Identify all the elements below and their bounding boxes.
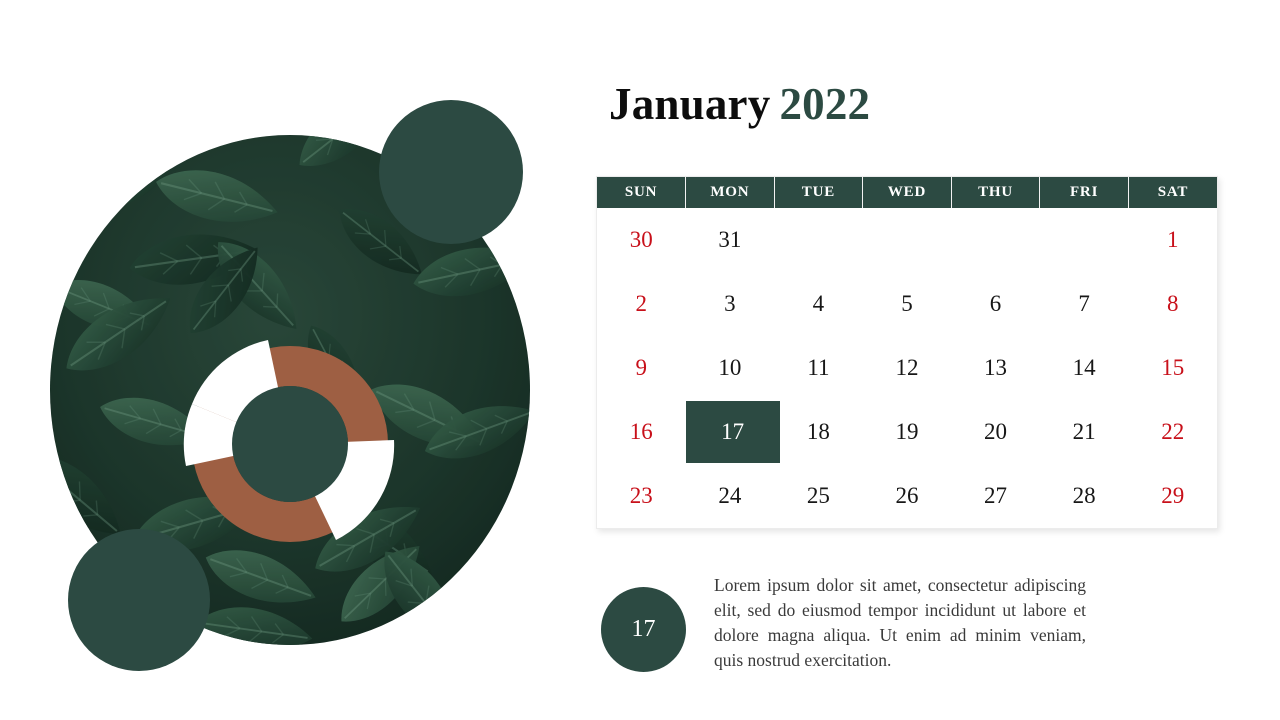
weekday-header-fri: FRI xyxy=(1039,177,1129,208)
calendar-day-number: 4 xyxy=(812,291,825,316)
calendar-day-cell[interactable]: 2 xyxy=(597,272,686,336)
calendar-day-cell[interactable]: 13 xyxy=(951,336,1040,400)
note-block: 17 Lorem ipsum dolor sit amet, consectet… xyxy=(601,565,1221,672)
calendar-day-number: 27 xyxy=(984,483,1008,508)
calendar-day-number: 30 xyxy=(629,227,653,252)
calendar-day-number: 14 xyxy=(1072,355,1096,380)
calendar-day-cell[interactable]: 31 xyxy=(685,208,775,272)
calendar-day-number: 3 xyxy=(724,291,736,316)
weekday-header-sun: SUN xyxy=(597,177,687,208)
calendar-day-number: 21 xyxy=(1072,419,1096,444)
calendar-week-row: 9 10 11 12 13 14 15 xyxy=(597,336,1217,400)
calendar-day-number: 23 xyxy=(629,483,653,508)
calendar-day-cell[interactable]: 19 xyxy=(862,400,952,464)
slide-canvas: January 2022 SUN MON TUE WED THU FRI SAT … xyxy=(0,0,1280,720)
calendar-day-number: 31 xyxy=(718,227,742,252)
calendar-day-number: 10 xyxy=(718,355,742,380)
calendar-day-cell[interactable]: 28 xyxy=(1039,464,1129,528)
calendar-week-row: 2 3 4 5 6 7 8 xyxy=(597,272,1217,336)
calendar-day-cell[interactable]: 21 xyxy=(1039,400,1129,464)
bottom-left-circle xyxy=(68,529,210,671)
calendar-day-cell[interactable]: 8 xyxy=(1128,272,1217,336)
weekday-header-row: SUN MON TUE WED THU FRI SAT xyxy=(597,177,1217,208)
calendar-cell-empty xyxy=(951,208,1040,272)
calendar-day-number: 15 xyxy=(1161,355,1185,380)
page-title: January 2022 xyxy=(609,82,870,127)
weekday-header-sat: SAT xyxy=(1127,177,1217,208)
calendar-day-cell[interactable]: 16 xyxy=(597,400,686,464)
calendar-day-cell[interactable]: 17 xyxy=(685,400,780,464)
calendar-day-cell[interactable]: 23 xyxy=(597,464,686,528)
note-body-text: Lorem ipsum dolor sit amet, consectetur … xyxy=(714,575,1086,670)
calendar-day-number: 7 xyxy=(1078,291,1090,316)
calendar-body: 30 31 1 2 3 4 5 6 7 8 9 10 11 12 13 14 15 16 17 18 19 20 21 22 2… xyxy=(597,208,1217,528)
calendar-day-cell[interactable]: 22 xyxy=(1128,400,1217,464)
calendar-day-cell[interactable]: 11 xyxy=(774,336,863,400)
calendar-day-number: 26 xyxy=(895,483,919,508)
calendar-day-cell[interactable]: 25 xyxy=(774,464,863,528)
decorative-graphic xyxy=(0,60,560,700)
calendar-day-cell[interactable]: 20 xyxy=(951,400,1040,464)
calendar-day-cell[interactable]: 14 xyxy=(1039,336,1129,400)
weekday-header-thu: THU xyxy=(950,177,1041,208)
calendar-cell-empty xyxy=(774,208,863,272)
calendar-day-cell[interactable]: 3 xyxy=(685,272,775,336)
calendar-day-cell[interactable]: 10 xyxy=(685,336,775,400)
weekday-header-wed: WED xyxy=(862,177,952,208)
calendar-day-number: 13 xyxy=(984,355,1008,380)
calendar-day-number: 6 xyxy=(989,291,1002,316)
calendar-day-number: 28 xyxy=(1072,483,1096,508)
calendar-day-number: 9 xyxy=(635,355,648,380)
calendar-day-number: 24 xyxy=(718,483,742,508)
calendar-day-number: 18 xyxy=(806,419,830,444)
calendar-day-number: 5 xyxy=(901,291,913,316)
calendar-panel: January 2022 SUN MON TUE WED THU FRI SAT … xyxy=(596,60,1236,680)
calendar-day-cell[interactable]: 1 xyxy=(1128,208,1217,272)
calendar-week-row: 23 24 25 26 27 28 29 xyxy=(597,464,1217,528)
calendar-day-cell[interactable]: 24 xyxy=(685,464,775,528)
calendar-day-number: 25 xyxy=(806,483,830,508)
calendar-day-cell[interactable]: 12 xyxy=(862,336,952,400)
calendar-day-cell[interactable]: 26 xyxy=(862,464,952,528)
calendar-day-number: 17 xyxy=(685,401,780,463)
calendar-day-cell[interactable]: 4 xyxy=(774,272,863,336)
calendar-day-cell[interactable]: 15 xyxy=(1128,336,1217,400)
calendar-day-number: 20 xyxy=(984,419,1008,444)
calendar-day-number: 2 xyxy=(635,291,648,316)
note-day-badge: 17 xyxy=(601,587,686,672)
top-right-circle xyxy=(379,100,523,244)
calendar-cell-empty xyxy=(862,208,952,272)
calendar-day-number: 16 xyxy=(629,419,653,444)
calendar-day-cell[interactable]: 29 xyxy=(1128,464,1217,528)
calendar-week-row: 30 31 1 xyxy=(597,208,1217,272)
calendar-day-cell[interactable]: 30 xyxy=(597,208,686,272)
calendar-day-number: 8 xyxy=(1166,291,1179,316)
calendar-day-number: 29 xyxy=(1161,483,1185,508)
title-year: 2022 xyxy=(779,79,871,129)
calendar-day-cell[interactable]: 6 xyxy=(951,272,1040,336)
calendar-day-number: 1 xyxy=(1166,227,1179,252)
calendar-day-cell[interactable]: 27 xyxy=(951,464,1040,528)
calendar-day-cell[interactable]: 9 xyxy=(597,336,686,400)
calendar-week-row: 16 17 18 19 20 21 22 xyxy=(597,400,1217,464)
calendar-day-cell[interactable]: 18 xyxy=(774,400,863,464)
calendar-day-number: 19 xyxy=(895,419,919,444)
calendar-table[interactable]: SUN MON TUE WED THU FRI SAT 30 31 1 2 3 4 5 6 7 8… xyxy=(596,176,1218,529)
calendar-day-cell[interactable]: 7 xyxy=(1039,272,1129,336)
weekday-header-mon: MON xyxy=(685,177,775,208)
calendar-cell-empty xyxy=(1039,208,1129,272)
calendar-day-cell[interactable]: 5 xyxy=(862,272,952,336)
calendar-day-number: 12 xyxy=(895,355,919,380)
title-month: January xyxy=(609,79,771,129)
calendar-day-number: 22 xyxy=(1161,419,1185,444)
calendar-day-number: 11 xyxy=(807,355,830,380)
weekday-header-tue: TUE xyxy=(773,177,864,208)
